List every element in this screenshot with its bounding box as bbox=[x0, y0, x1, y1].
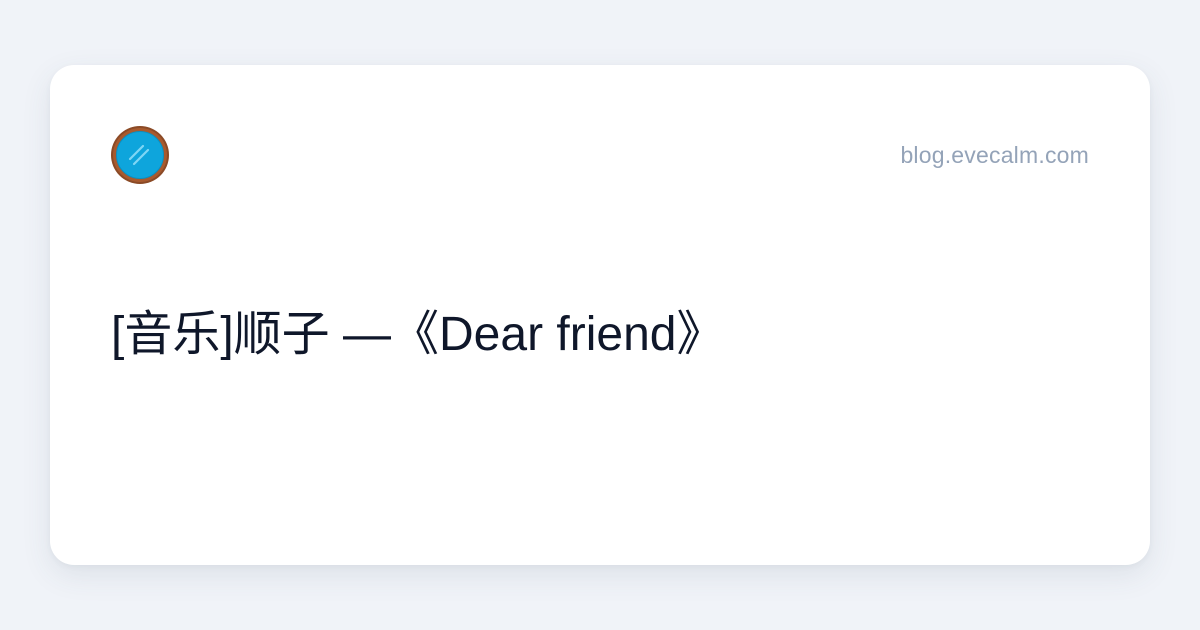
site-logo[interactable] bbox=[110, 125, 170, 185]
glass-mirror-icon bbox=[111, 126, 169, 184]
post-title: [音乐]顺子 —《Dear friend》 bbox=[111, 308, 725, 361]
site-url[interactable]: blog.evecalm.com bbox=[900, 141, 1089, 169]
share-card: blog.evecalm.com [音乐]顺子 —《Dear friend》 bbox=[50, 65, 1150, 565]
